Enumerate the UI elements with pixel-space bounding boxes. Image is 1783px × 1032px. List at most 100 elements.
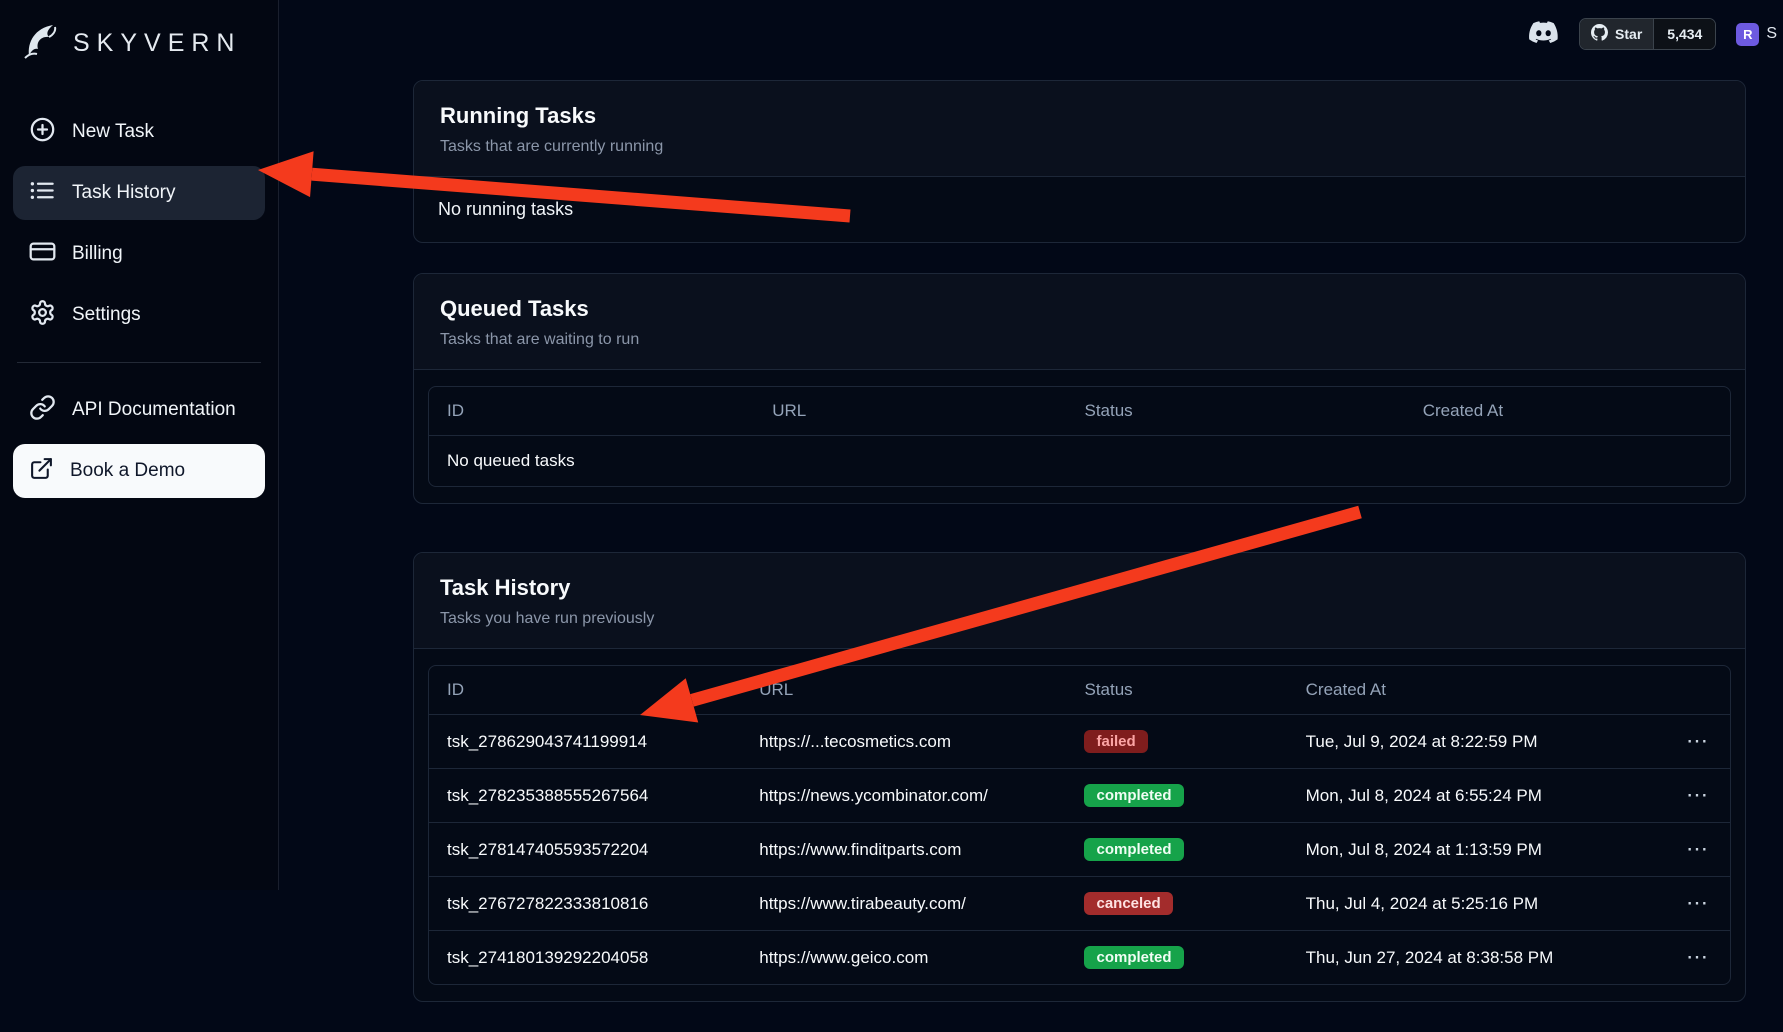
brand-name: SKYVERN xyxy=(73,29,241,58)
task-history-row[interactable]: tsk_276727822333810816https://www.tirabe… xyxy=(429,877,1730,931)
queued-tasks-table: ID URL Status Created At No queued tasks xyxy=(428,386,1731,487)
card-subtitle: Tasks that are waiting to run xyxy=(440,331,1719,349)
task-history-header: Task History Tasks you have run previous… xyxy=(414,553,1745,649)
plus-circle-icon xyxy=(29,116,56,149)
queued-tasks-empty-message: No queued tasks xyxy=(429,436,1730,487)
queued-empty-row: No queued tasks xyxy=(429,436,1730,487)
github-star-label: Star xyxy=(1615,26,1642,42)
column-header-id: ID xyxy=(429,666,741,715)
task-actions-cell: ⋯ xyxy=(1626,823,1730,877)
column-header-created-at: Created At xyxy=(1288,666,1626,715)
sidebar-secondary-nav: API Documentation Book a Demo xyxy=(13,383,265,498)
task-id-cell: tsk_278629043741199914 xyxy=(429,715,741,769)
card-title: Queued Tasks xyxy=(440,296,1719,322)
nav-label: New Task xyxy=(72,121,154,143)
task-history-row[interactable]: tsk_278147405593572204https://www.findit… xyxy=(429,823,1730,877)
nav-label: Task History xyxy=(72,182,175,204)
github-icon xyxy=(1591,24,1608,44)
nav-label: Book a Demo xyxy=(70,460,185,482)
nav-label: API Documentation xyxy=(72,399,236,421)
card-subtitle: Tasks you have run previously xyxy=(440,610,1719,628)
task-id-cell: tsk_278147405593572204 xyxy=(429,823,741,877)
link-icon xyxy=(29,394,56,427)
card-title: Task History xyxy=(440,575,1719,601)
task-status-cell: canceled xyxy=(1066,877,1287,931)
sidebar-item-billing[interactable]: Billing xyxy=(13,227,265,281)
github-star-count: 5,434 xyxy=(1653,19,1715,49)
task-id-cell: tsk_274180139292204058 xyxy=(429,931,741,985)
card-subtitle: Tasks that are currently running xyxy=(440,138,1719,156)
task-history-row[interactable]: tsk_274180139292204058https://www.geico.… xyxy=(429,931,1730,985)
running-tasks-empty-message: No running tasks xyxy=(414,177,1745,242)
column-header-url: URL xyxy=(754,387,1066,436)
task-status-cell: failed xyxy=(1066,715,1287,769)
task-url-cell: https://www.finditparts.com xyxy=(741,823,1066,877)
user-name: S xyxy=(1766,25,1777,43)
task-history-card: Task History Tasks you have run previous… xyxy=(413,552,1746,1002)
task-actions-cell: ⋯ xyxy=(1626,931,1730,985)
card-title: Running Tasks xyxy=(440,103,1719,129)
task-history-row[interactable]: tsk_278629043741199914https://...tecosme… xyxy=(429,715,1730,769)
queued-tasks-header: Queued Tasks Tasks that are waiting to r… xyxy=(414,274,1745,370)
gear-icon xyxy=(29,299,56,332)
task-created-at-cell: Mon, Jul 8, 2024 at 6:55:24 PM xyxy=(1288,769,1626,823)
column-header-actions xyxy=(1626,666,1730,715)
queued-table-header-row: ID URL Status Created At xyxy=(429,387,1730,436)
discord-button[interactable] xyxy=(1528,21,1559,48)
task-actions-cell: ⋯ xyxy=(1626,877,1730,931)
sidebar-nav: New Task Task History Billing xyxy=(13,105,265,342)
user-menu[interactable]: R S xyxy=(1736,23,1777,46)
sidebar: SKYVERN New Task Task History xyxy=(0,0,279,890)
task-history-tbody: tsk_278629043741199914https://...tecosme… xyxy=(429,715,1730,985)
task-url-cell: https://news.ycombinator.com/ xyxy=(741,769,1066,823)
task-id-cell: tsk_276727822333810816 xyxy=(429,877,741,931)
task-created-at-cell: Thu, Jul 4, 2024 at 5:25:16 PM xyxy=(1288,877,1626,931)
column-header-id: ID xyxy=(429,387,754,436)
status-badge: completed xyxy=(1084,784,1183,807)
row-menu-button[interactable]: ⋯ xyxy=(1682,892,1712,914)
task-url-cell: https://www.geico.com xyxy=(741,931,1066,985)
row-menu-button[interactable]: ⋯ xyxy=(1682,730,1712,752)
running-tasks-card: Running Tasks Tasks that are currently r… xyxy=(413,80,1746,243)
sidebar-item-api-documentation[interactable]: API Documentation xyxy=(13,383,265,437)
history-table-header-row: ID URL Status Created At xyxy=(429,666,1730,715)
task-history-row[interactable]: tsk_278235388555267564https://news.ycomb… xyxy=(429,769,1730,823)
row-menu-button[interactable]: ⋯ xyxy=(1682,946,1712,968)
topbar: Star 5,434 R S xyxy=(279,0,1783,68)
column-header-url: URL xyxy=(741,666,1066,715)
sidebar-divider xyxy=(17,362,261,363)
skyvern-logo[interactable]: SKYVERN xyxy=(13,14,265,69)
book-a-demo-button[interactable]: Book a Demo xyxy=(13,444,265,498)
task-url-cell: https://...tecosmetics.com xyxy=(741,715,1066,769)
task-created-at-cell: Mon, Jul 8, 2024 at 1:13:59 PM xyxy=(1288,823,1626,877)
running-tasks-header: Running Tasks Tasks that are currently r… xyxy=(414,81,1745,177)
sidebar-item-settings[interactable]: Settings xyxy=(13,288,265,342)
github-star-button[interactable]: Star 5,434 xyxy=(1579,18,1716,50)
sidebar-item-task-history[interactable]: Task History xyxy=(13,166,265,220)
list-icon xyxy=(29,177,56,210)
discord-icon xyxy=(1528,21,1559,48)
column-header-created-at: Created At xyxy=(1405,387,1730,436)
row-menu-button[interactable]: ⋯ xyxy=(1682,838,1712,860)
task-actions-cell: ⋯ xyxy=(1626,769,1730,823)
status-badge: completed xyxy=(1084,946,1183,969)
row-menu-button[interactable]: ⋯ xyxy=(1682,784,1712,806)
column-header-status: Status xyxy=(1066,387,1404,436)
task-actions-cell: ⋯ xyxy=(1626,715,1730,769)
skyvern-logo-icon xyxy=(19,18,65,69)
task-status-cell: completed xyxy=(1066,931,1287,985)
queued-tasks-card: Queued Tasks Tasks that are waiting to r… xyxy=(413,273,1746,504)
task-url-cell: https://www.tirabeauty.com/ xyxy=(741,877,1066,931)
task-status-cell: completed xyxy=(1066,769,1287,823)
task-status-cell: completed xyxy=(1066,823,1287,877)
task-id-cell: tsk_278235388555267564 xyxy=(429,769,741,823)
sidebar-item-new-task[interactable]: New Task xyxy=(13,105,265,159)
github-star-segment: Star xyxy=(1580,19,1653,49)
task-created-at-cell: Tue, Jul 9, 2024 at 8:22:59 PM xyxy=(1288,715,1626,769)
external-link-icon xyxy=(29,456,54,487)
credit-card-icon xyxy=(29,238,56,271)
status-badge: completed xyxy=(1084,838,1183,861)
status-badge: canceled xyxy=(1084,892,1172,915)
column-header-status: Status xyxy=(1066,666,1287,715)
nav-label: Settings xyxy=(72,304,141,326)
